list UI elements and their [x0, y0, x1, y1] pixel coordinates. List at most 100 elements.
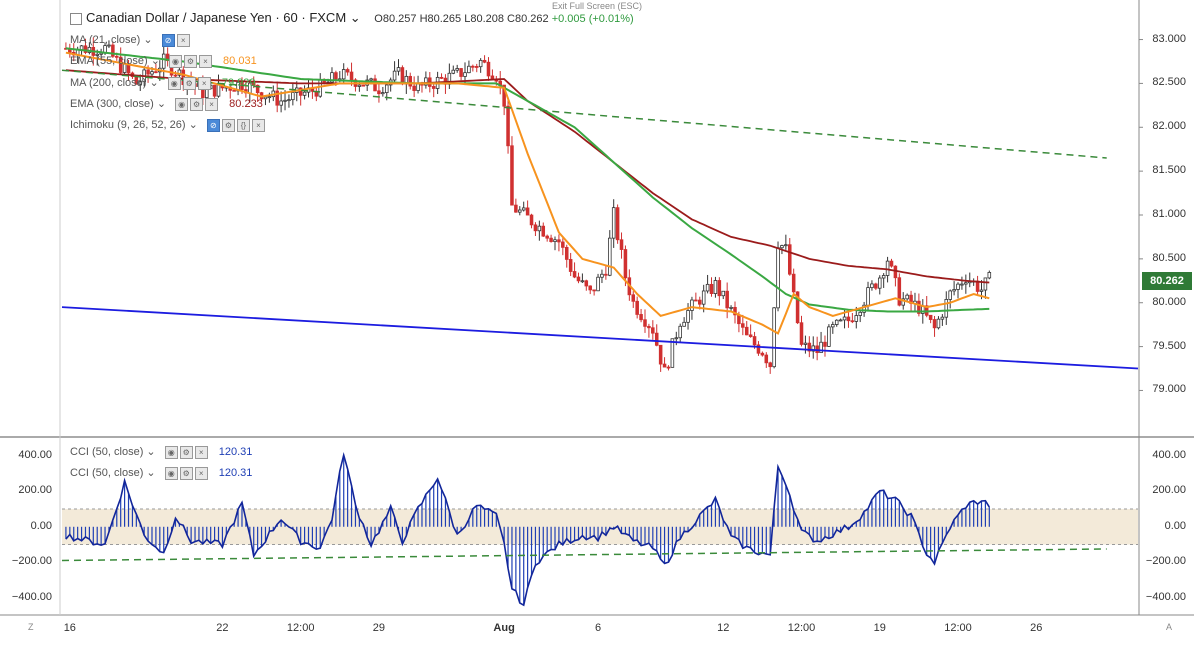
candle-body	[850, 320, 855, 323]
legend-label: CCI (50, close)	[70, 446, 144, 458]
candle-body	[557, 239, 561, 243]
candle-body	[662, 363, 667, 368]
candle-body	[349, 71, 354, 81]
legend-ichimoku[interactable]: Ichimoku (9, 26, 52, 26) ⌄ ⊘ ⚙{} ×	[70, 118, 265, 132]
symbol-header: Canadian Dollar / Japanese Yen · 60 · FX…	[70, 10, 634, 26]
close-icon[interactable]: ×	[197, 76, 211, 90]
gear-icon[interactable]: ⚙	[221, 118, 235, 132]
candle-body	[572, 271, 577, 278]
eye-icon[interactable]: ⊘	[206, 118, 220, 132]
cci-tick-label-left: 200.00	[18, 484, 52, 497]
candle-body	[431, 86, 436, 89]
low-value: L80.208	[464, 13, 504, 25]
close-icon[interactable]: ×	[198, 54, 212, 68]
candle-body	[318, 79, 323, 97]
legend-label: EMA (300, close)	[70, 98, 154, 110]
candle-body	[631, 294, 636, 302]
candle-body	[369, 78, 373, 81]
candle-body	[608, 237, 612, 276]
candle-body	[744, 326, 749, 336]
eye-icon[interactable]: ◉	[167, 76, 181, 90]
candle-body	[291, 92, 295, 101]
candle-body	[928, 314, 933, 320]
candle-body	[717, 280, 722, 297]
gear-icon[interactable]: ⚙	[183, 54, 197, 68]
candle-body	[748, 334, 753, 337]
legend-value: 80.031	[223, 55, 257, 67]
candle-body	[471, 65, 475, 68]
candle-body	[361, 84, 366, 87]
candle-body	[525, 207, 530, 216]
candle-body	[463, 72, 467, 77]
gear-icon[interactable]: ⚙	[182, 76, 196, 90]
close-icon[interactable]: ×	[194, 445, 208, 459]
legend-value: 120.31	[218, 467, 253, 479]
candle-body	[408, 75, 413, 87]
auto-scale-toggle[interactable]: A	[1166, 622, 1172, 632]
eye-icon[interactable]: ⊘	[161, 33, 175, 47]
candle-body	[396, 67, 401, 72]
candle-body	[705, 283, 710, 292]
candle-body	[400, 67, 405, 85]
candle-body	[709, 283, 714, 294]
close-icon[interactable]: ×	[194, 466, 208, 480]
eye-icon[interactable]: ◉	[164, 466, 178, 480]
legend-cci-2[interactable]: CCI (50, close) ⌄ ◉ ⚙ × 120.31	[70, 466, 252, 480]
legend-value: 79.929	[221, 77, 256, 89]
close-icon[interactable]: ×	[176, 33, 190, 47]
time-tick-label: Aug	[493, 622, 515, 634]
candle-body	[729, 306, 733, 309]
candle-body	[694, 299, 698, 302]
candle-body	[287, 99, 291, 102]
cci-tick-label-right: 0.00	[1164, 519, 1186, 532]
timezone-toggle[interactable]: Z	[28, 622, 34, 632]
collapse-icon[interactable]	[70, 12, 82, 25]
eye-icon[interactable]: ◉	[168, 54, 182, 68]
price-tick-label: 82.000	[1152, 120, 1186, 133]
candle-body	[561, 241, 565, 248]
candle-body	[588, 285, 592, 291]
candle-body	[686, 310, 690, 323]
candle-body	[345, 69, 350, 73]
candle-body	[725, 290, 729, 309]
candle-body	[905, 294, 909, 300]
legend-cci-1[interactable]: CCI (50, close) ⌄ ◉ ⚙ × 120.31	[70, 445, 252, 459]
candle-body	[639, 314, 643, 321]
gear-icon[interactable]: ⚙	[179, 445, 193, 459]
legend-label: MA (200, close)	[70, 77, 147, 89]
braces-icon[interactable]: {}	[236, 118, 250, 132]
candle-body	[877, 277, 882, 289]
price-tick-label: 81.500	[1152, 164, 1186, 177]
close-icon[interactable]: ×	[205, 97, 219, 111]
candle-body	[357, 84, 362, 87]
price-tick-label: 81.000	[1152, 208, 1186, 220]
eye-icon[interactable]: ◉	[175, 97, 189, 111]
legend-ema300[interactable]: EMA (300, close) ⌄ ◉ ⚙ × 80.233	[70, 97, 263, 111]
candle-body	[940, 316, 945, 320]
close-icon[interactable]: ×	[251, 118, 265, 132]
candle-body	[854, 315, 859, 322]
candle-body	[584, 280, 589, 287]
chevron-down-icon[interactable]: ⌄	[346, 10, 361, 25]
candle-body	[154, 71, 158, 74]
gear-icon[interactable]: ⚙	[179, 466, 193, 480]
time-tick-label: 29	[372, 622, 386, 634]
candle-body	[529, 214, 534, 226]
legend-ema55[interactable]: EMA (55, close) ⌄ ◉ ⚙ × 80.031	[70, 54, 257, 68]
price-tick-label: 79.500	[1152, 339, 1186, 352]
candle-body	[654, 332, 659, 346]
candle-body	[678, 325, 682, 339]
cci-tick-label-right: −400.00	[1145, 590, 1186, 603]
candle-body	[302, 91, 307, 96]
candle-body	[474, 66, 479, 68]
candle-body	[858, 311, 862, 316]
gear-icon[interactable]: ⚙	[190, 97, 204, 111]
eye-icon[interactable]: ◉	[164, 445, 178, 459]
symbol-title[interactable]: Canadian Dollar / Japanese Yen · 60 · FX…	[86, 10, 346, 25]
time-tick-label: 26	[1030, 622, 1043, 634]
legend-ma21[interactable]: MA (21, close) ⌄ ⊘ ×	[70, 33, 190, 47]
candle-body	[674, 337, 679, 340]
candle-body	[334, 72, 338, 80]
legend-ma200[interactable]: MA (200, close) ⌄ ◉ ⚙ × 79.929	[70, 76, 255, 90]
candle-body	[384, 84, 389, 94]
